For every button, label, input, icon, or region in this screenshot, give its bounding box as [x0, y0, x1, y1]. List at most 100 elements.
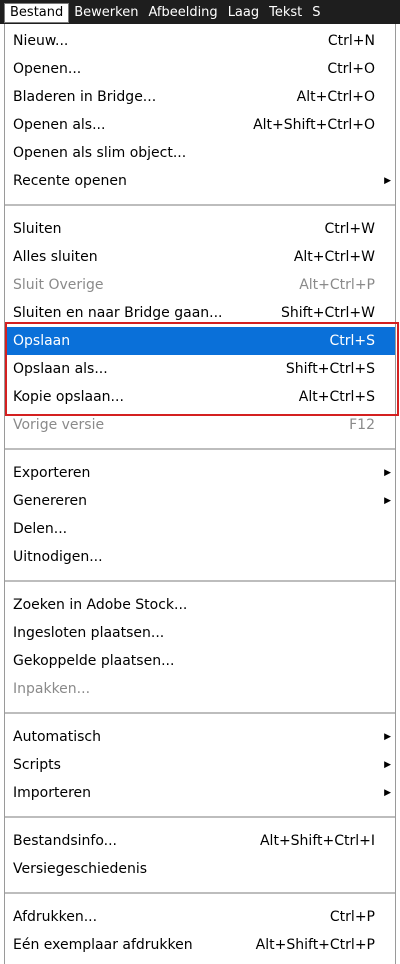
- menu-separator: [5, 448, 395, 450]
- menu-item-shortcut: Alt+Shift+Ctrl+I: [259, 833, 375, 849]
- menu-item-sluiten[interactable]: Sluiten Ctrl+W: [5, 215, 395, 243]
- menu-item-sluit-overige[interactable]: Sluit Overige Alt+Ctrl+P: [5, 271, 395, 299]
- menu-section: Exporteren ▶ Genereren ▶ Delen... Uitnodigen.…: [5, 456, 395, 574]
- menu-item-shortcut: Shift+Ctrl+W: [280, 305, 375, 321]
- menubar-item-tekst[interactable]: Tekst: [264, 3, 307, 23]
- menu-item-genereren[interactable]: Genereren ▶: [5, 487, 395, 515]
- menu-item-versiegeschiedenis[interactable]: Versiegeschiedenis: [5, 855, 395, 883]
- menu-item-label: Sluiten: [13, 221, 62, 237]
- menu-separator: [5, 816, 395, 818]
- menu-item-label: Scripts: [13, 757, 61, 773]
- menubar-item-truncated[interactable]: S: [307, 3, 325, 23]
- menu-item-label: Uitnodigen...: [13, 549, 103, 565]
- menu-section: Zoeken in Adobe Stock... Ingesloten plaat…: [5, 588, 395, 706]
- menu-item-sluiten-en-naar-bridge-gaan[interactable]: Sluiten en naar Bridge gaan... Shift+Ctrl…: [5, 299, 395, 327]
- menu-item-shortcut: Alt+Shift+Ctrl+P: [255, 937, 375, 953]
- menu-item-label: Openen als slim object...: [13, 145, 187, 161]
- file-menu-dropdown: Nieuw... Ctrl+N Openen... Ctrl+O Bladeren in…: [4, 24, 396, 964]
- menu-item-importeren[interactable]: Importeren ▶: [5, 779, 395, 807]
- menubar-item-laag[interactable]: Laag: [223, 3, 264, 23]
- menu-item-label: Vorige versie: [13, 417, 105, 433]
- menu-item-inpakken[interactable]: Inpakken...: [5, 675, 395, 703]
- menu-item-label: Kopie opslaan...: [13, 389, 124, 405]
- menu-section: Sluiten Ctrl+W Alles sluiten Alt+Ctrl+W Slui…: [5, 212, 395, 442]
- menubar-item-bewerken[interactable]: Bewerken: [69, 3, 143, 23]
- menu-item-shortcut: Ctrl+O: [327, 61, 375, 77]
- menu-item-afdrukken[interactable]: Afdrukken... Ctrl+P: [5, 903, 395, 931]
- menu-item-label: Ingesloten plaatsen...: [13, 625, 165, 641]
- menu-item-shortcut: Ctrl+S: [329, 333, 375, 349]
- submenu-arrow-icon: ▶: [384, 788, 391, 798]
- menu-item-label: Nieuw...: [13, 33, 69, 49]
- menu-item-label: Genereren: [13, 493, 87, 509]
- menu-item-label: Bestandsinfo...: [13, 833, 117, 849]
- menu-item-label: Alles sluiten: [13, 249, 98, 265]
- menu-separator: [5, 712, 395, 714]
- submenu-arrow-icon: ▶: [384, 496, 391, 506]
- submenu-arrow-icon: ▶: [384, 468, 391, 478]
- menu-item-label: Exporteren: [13, 465, 91, 481]
- menu-item-label: Bladeren in Bridge...: [13, 89, 157, 105]
- menu-item-label: Importeren: [13, 785, 92, 801]
- menu-item-label: Inpakken...: [13, 681, 91, 697]
- menu-item-recente-openen[interactable]: Recente openen ▶: [5, 167, 395, 195]
- menu-item-ingesloten-plaatsen[interactable]: Ingesloten plaatsen...: [5, 619, 395, 647]
- menu-item-label: Gekoppelde plaatsen...: [13, 653, 175, 669]
- menu-item-bladeren-in-bridge[interactable]: Bladeren in Bridge... Alt+Ctrl+O: [5, 83, 395, 111]
- menu-item-shortcut: Alt+Shift+Ctrl+O: [253, 117, 375, 133]
- menu-item-zoeken-in-adobe-stock[interactable]: Zoeken in Adobe Stock...: [5, 591, 395, 619]
- menu-item-label: Recente openen: [13, 173, 127, 189]
- menu-item-label: Openen als...: [13, 117, 106, 133]
- menu-item-label: Afdrukken...: [13, 909, 98, 925]
- menu-item-delen[interactable]: Delen...: [5, 515, 395, 543]
- menu-item-shortcut: Ctrl+P: [329, 909, 375, 925]
- menubar-item-afbeelding[interactable]: Afbeelding: [143, 3, 222, 23]
- menu-separator: [5, 892, 395, 894]
- menu-bar: Bestand Bewerken Afbeelding Laag Tekst S: [0, 0, 400, 24]
- menu-item-label: Automatisch: [13, 729, 101, 745]
- submenu-arrow-icon: ▶: [384, 176, 391, 186]
- menu-item-opslaan[interactable]: Opslaan Ctrl+S: [5, 327, 395, 355]
- menu-separator: [5, 580, 395, 582]
- menu-item-shortcut: Alt+Ctrl+W: [293, 249, 375, 265]
- menu-item-shortcut: Ctrl+N: [327, 33, 375, 49]
- menu-item-shortcut: Shift+Ctrl+S: [285, 361, 375, 377]
- menu-item-label: Sluit Overige: [13, 277, 104, 293]
- submenu-arrow-icon: ▶: [384, 732, 391, 742]
- menu-item-kopie-opslaan[interactable]: Kopie opslaan... Alt+Ctrl+S: [5, 383, 395, 411]
- menu-item-shortcut: Alt+Ctrl+P: [299, 277, 375, 293]
- menu-item-nieuw[interactable]: Nieuw... Ctrl+N: [5, 27, 395, 55]
- menu-item-exporteren[interactable]: Exporteren ▶: [5, 459, 395, 487]
- menu-section: Automatisch ▶ Scripts ▶ Importeren ▶: [5, 720, 395, 810]
- menu-item-openen[interactable]: Openen... Ctrl+O: [5, 55, 395, 83]
- menu-item-shortcut: Alt+Ctrl+S: [298, 389, 375, 405]
- menu-item-openen-als-slim-object[interactable]: Openen als slim object...: [5, 139, 395, 167]
- menu-item-scripts[interactable]: Scripts ▶: [5, 751, 395, 779]
- menu-section: Bestandsinfo... Alt+Shift+Ctrl+I Versieges…: [5, 824, 395, 886]
- menu-item-automatisch[interactable]: Automatisch ▶: [5, 723, 395, 751]
- menu-item-shortcut: Ctrl+W: [324, 221, 375, 237]
- menu-section: Nieuw... Ctrl+N Openen... Ctrl+O Bladeren in…: [5, 24, 395, 198]
- menu-item-label: Zoeken in Adobe Stock...: [13, 597, 188, 613]
- menubar-item-bestand[interactable]: Bestand: [4, 3, 70, 23]
- menu-item-label: Eén exemplaar afdrukken: [13, 937, 193, 953]
- menu-separator: [5, 204, 395, 206]
- menu-item-label: Sluiten en naar Bridge gaan...: [13, 305, 223, 321]
- menu-item-opslaan-als[interactable]: Opslaan als... Shift+Ctrl+S: [5, 355, 395, 383]
- menu-item-shortcut: Alt+Ctrl+O: [296, 89, 375, 105]
- menu-item-label: Versiegeschiedenis: [13, 861, 148, 877]
- menu-item-label: Delen...: [13, 521, 68, 537]
- menu-item-alles-sluiten[interactable]: Alles sluiten Alt+Ctrl+W: [5, 243, 395, 271]
- menu-item-label: Opslaan als...: [13, 361, 108, 377]
- menu-item-shortcut: F12: [349, 417, 375, 433]
- menu-item-eén-exemplaar-afdrukken[interactable]: Eén exemplaar afdrukken Alt+Shift+Ctrl+P: [5, 931, 395, 959]
- menu-item-label: Opslaan: [13, 333, 71, 349]
- menu-item-label: Openen...: [13, 61, 82, 77]
- menu-section: Afdrukken... Ctrl+P Eén exemplaar afdrukke…: [5, 900, 395, 962]
- menu-item-vorige-versie[interactable]: Vorige versie F12: [5, 411, 395, 439]
- menu-item-gekoppelde-plaatsen[interactable]: Gekoppelde plaatsen...: [5, 647, 395, 675]
- menu-item-bestandsinfo[interactable]: Bestandsinfo... Alt+Shift+Ctrl+I: [5, 827, 395, 855]
- menu-item-openen-als[interactable]: Openen als... Alt+Shift+Ctrl+O: [5, 111, 395, 139]
- submenu-arrow-icon: ▶: [384, 760, 391, 770]
- menu-item-uitnodigen[interactable]: Uitnodigen...: [5, 543, 395, 571]
